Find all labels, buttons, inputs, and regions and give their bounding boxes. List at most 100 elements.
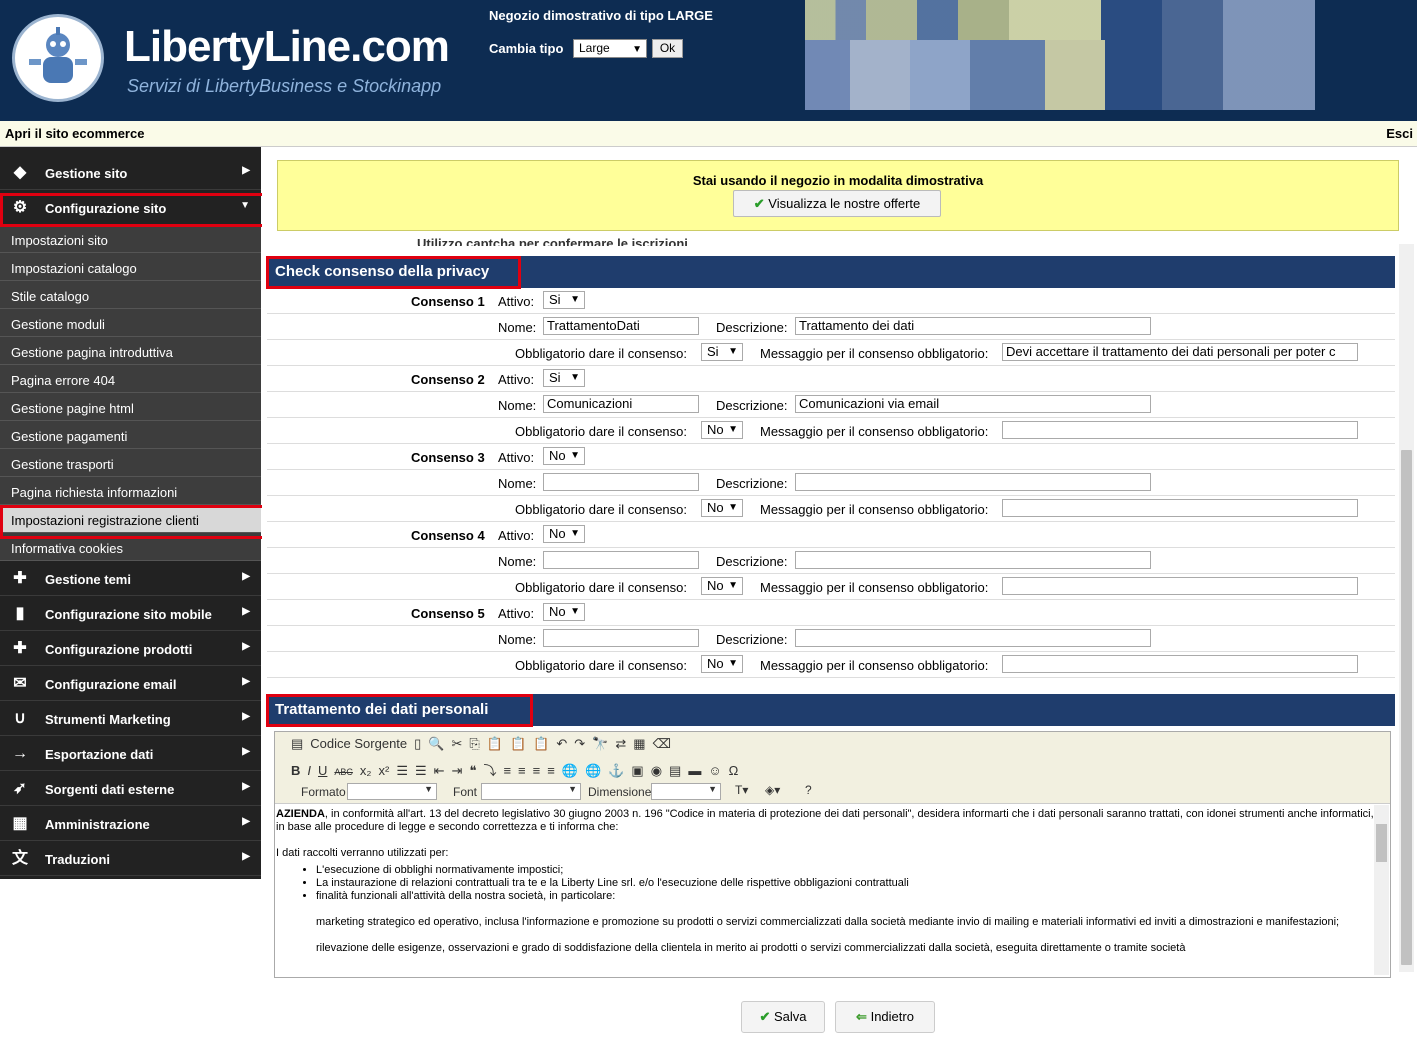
anchor-icon[interactable]: ⚓ bbox=[608, 763, 624, 779]
editor-content[interactable]: AZIENDA, in conformità all'art. 13 del d… bbox=[276, 806, 1374, 976]
active-select[interactable]: No ▼ bbox=[543, 603, 585, 621]
description-input[interactable]: Trattamento dei dati bbox=[795, 317, 1151, 335]
sidebar-sub-item[interactable]: Gestione trasporti bbox=[0, 449, 261, 477]
new-page-icon[interactable]: ▯ bbox=[414, 736, 421, 752]
name-input[interactable] bbox=[543, 551, 699, 569]
sidebar-sub-item[interactable]: Pagina richiesta informazioni bbox=[0, 477, 261, 505]
sidebar-item-configurazione-mobile[interactable]: ▮ Configurazione sito mobile ▶ bbox=[0, 596, 261, 631]
italic-icon[interactable]: I bbox=[307, 763, 311, 778]
active-select[interactable]: No ▼ bbox=[543, 447, 585, 465]
superscript-icon[interactable]: x² bbox=[378, 763, 389, 778]
outdent-icon[interactable]: ⇤ bbox=[434, 763, 445, 779]
sidebar-sub-item[interactable]: Stile catalogo bbox=[0, 281, 261, 309]
message-input[interactable] bbox=[1002, 655, 1358, 673]
sidebar-sub-item[interactable]: Pagina errore 404 bbox=[0, 365, 261, 393]
name-input[interactable]: Comunicazioni bbox=[543, 395, 699, 413]
replace-icon[interactable]: ⇄ bbox=[615, 736, 626, 752]
copy-icon[interactable]: ⎘ bbox=[469, 736, 479, 752]
sidebar-sub-item[interactable]: Gestione pagine html bbox=[0, 393, 261, 421]
image-icon[interactable]: ▣ bbox=[631, 763, 643, 779]
editor-scroll-thumb[interactable] bbox=[1376, 824, 1387, 862]
select-all-icon[interactable]: ▦ bbox=[633, 736, 645, 752]
panel-scroll-thumb[interactable] bbox=[1401, 450, 1412, 965]
bg-color-icon[interactable]: ◈▾ bbox=[765, 783, 780, 797]
rich-text-editor[interactable]: ▤ Codice Sorgente ▯ 🔍 ✂ ⎘ 📋 📋 📋 ↶ ↷ 🔭 ⇄ ▦ ⌫ B I U ABC x₂ x²… bbox=[274, 731, 1391, 978]
preview-icon[interactable]: 🔍 bbox=[428, 736, 444, 752]
description-input[interactable]: Comunicazioni via email bbox=[795, 395, 1151, 413]
div-icon[interactable]: ⤵ bbox=[483, 760, 496, 779]
mandatory-select[interactable]: Si ▼ bbox=[701, 343, 743, 361]
remove-format-icon[interactable]: ⌫ bbox=[653, 736, 671, 752]
flash-icon[interactable]: ◉ bbox=[651, 763, 662, 779]
message-input[interactable] bbox=[1002, 421, 1358, 439]
name-input[interactable] bbox=[543, 473, 699, 491]
mandatory-select[interactable]: No ▼ bbox=[701, 499, 743, 517]
text-color-icon[interactable]: T▾ bbox=[735, 783, 748, 797]
size-select[interactable]: ▼ bbox=[651, 783, 721, 800]
find-icon[interactable]: 🔭 bbox=[592, 736, 608, 752]
source-icon[interactable]: ▤ bbox=[291, 736, 303, 752]
align-center-icon[interactable]: ≡ bbox=[518, 763, 526, 778]
sidebar-sub-item[interactable]: Gestione moduli bbox=[0, 309, 261, 337]
mandatory-select[interactable]: No ▼ bbox=[701, 577, 743, 595]
sidebar-item-configurazione-prodotti[interactable]: ✚ Configurazione prodotti ▶ bbox=[0, 631, 261, 666]
message-input[interactable] bbox=[1002, 499, 1358, 517]
align-left-icon[interactable]: ≡ bbox=[503, 763, 511, 778]
active-select[interactable]: No ▼ bbox=[543, 525, 585, 543]
description-input[interactable] bbox=[795, 551, 1151, 569]
format-select[interactable]: ▼ bbox=[347, 783, 437, 800]
smiley-icon[interactable]: ☺ bbox=[708, 763, 721, 778]
sidebar-sub-item[interactable]: Gestione pagamenti bbox=[0, 421, 261, 449]
sidebar-item-sorgenti-dati[interactable]: ➶ Sorgenti dati esterne ▶ bbox=[0, 771, 261, 806]
align-right-icon[interactable]: ≡ bbox=[533, 763, 541, 778]
name-input[interactable]: TrattamentoDati bbox=[543, 317, 699, 335]
name-input[interactable] bbox=[543, 629, 699, 647]
ok-button[interactable]: Ok bbox=[652, 39, 683, 58]
paste-word-icon[interactable]: 📋 bbox=[533, 736, 549, 752]
active-select[interactable]: Si ▼ bbox=[543, 291, 585, 309]
save-button[interactable]: ✔ Salva bbox=[741, 1001, 825, 1033]
sidebar-item-gestione-temi[interactable]: ✚ Gestione temi ▶ bbox=[0, 561, 261, 596]
sidebar-item-amministrazione[interactable]: ▦ Amministrazione ▶ bbox=[0, 806, 261, 841]
sidebar-sub-item[interactable]: Gestione pagina introduttiva bbox=[0, 337, 261, 365]
horizontal-rule-icon[interactable]: ▬ bbox=[688, 763, 701, 778]
indent-icon[interactable]: ⇥ bbox=[452, 763, 463, 779]
cut-icon[interactable]: ✂ bbox=[451, 736, 462, 752]
font-select[interactable]: ▼ bbox=[481, 783, 581, 800]
back-button[interactable]: ⇐ Indietro bbox=[835, 1001, 935, 1033]
message-input[interactable]: Devi accettare il trattamento dei dati p… bbox=[1002, 343, 1358, 361]
source-button[interactable]: Codice Sorgente bbox=[310, 736, 407, 751]
bold-icon[interactable]: B bbox=[291, 763, 300, 778]
sidebar-item-gestione-sito[interactable]: ◆ Gestione sito ▶ bbox=[0, 155, 261, 190]
subscript-icon[interactable]: x₂ bbox=[360, 763, 372, 778]
exit-link[interactable]: Esci bbox=[1386, 126, 1413, 141]
sidebar-sub-item[interactable]: Impostazioni sito bbox=[0, 225, 261, 253]
help-icon[interactable]: ? bbox=[805, 783, 812, 797]
link-icon[interactable]: 🌐 bbox=[562, 763, 578, 779]
blockquote-icon[interactable]: ❝ bbox=[469, 763, 476, 779]
sidebar-item-configurazione-email[interactable]: ✉ Configurazione email ▶ bbox=[0, 666, 261, 701]
logo-icon[interactable] bbox=[12, 14, 104, 102]
sidebar-item-esportazione-dati[interactable]: → Esportazione dati ▶ bbox=[0, 736, 261, 771]
numbered-list-icon[interactable]: ☰ bbox=[396, 763, 408, 779]
description-input[interactable] bbox=[795, 473, 1151, 491]
offers-button[interactable]: ✔ Visualizza le nostre offerte bbox=[733, 190, 941, 217]
mandatory-select[interactable]: No ▼ bbox=[701, 655, 743, 673]
sidebar-item-configurazione-sito[interactable]: ⚙ Configurazione sito ▼ bbox=[0, 190, 261, 225]
sidebar-item-traduzioni[interactable]: 文 Traduzioni ▶ bbox=[0, 841, 261, 876]
redo-icon[interactable]: ↷ bbox=[574, 736, 585, 752]
underline-icon[interactable]: U bbox=[318, 763, 327, 778]
mandatory-select[interactable]: No ▼ bbox=[701, 421, 743, 439]
sidebar-sub-item[interactable]: Impostazioni catalogo bbox=[0, 253, 261, 281]
open-site-link[interactable]: Apri il sito ecommerce bbox=[5, 126, 144, 141]
bullet-list-icon[interactable]: ☰ bbox=[415, 763, 427, 779]
active-select[interactable]: Si ▼ bbox=[543, 369, 585, 387]
sidebar-item-strumenti-marketing[interactable]: ∪ Strumenti Marketing ▶ bbox=[0, 701, 261, 736]
strike-icon[interactable]: ABC bbox=[334, 767, 353, 777]
paste-text-icon[interactable]: 📋 bbox=[510, 736, 526, 752]
table-icon[interactable]: ▤ bbox=[669, 763, 681, 779]
message-input[interactable] bbox=[1002, 577, 1358, 595]
paste-icon[interactable]: 📋 bbox=[487, 736, 503, 752]
special-char-icon[interactable]: Ω bbox=[729, 763, 739, 778]
description-input[interactable] bbox=[795, 629, 1151, 647]
